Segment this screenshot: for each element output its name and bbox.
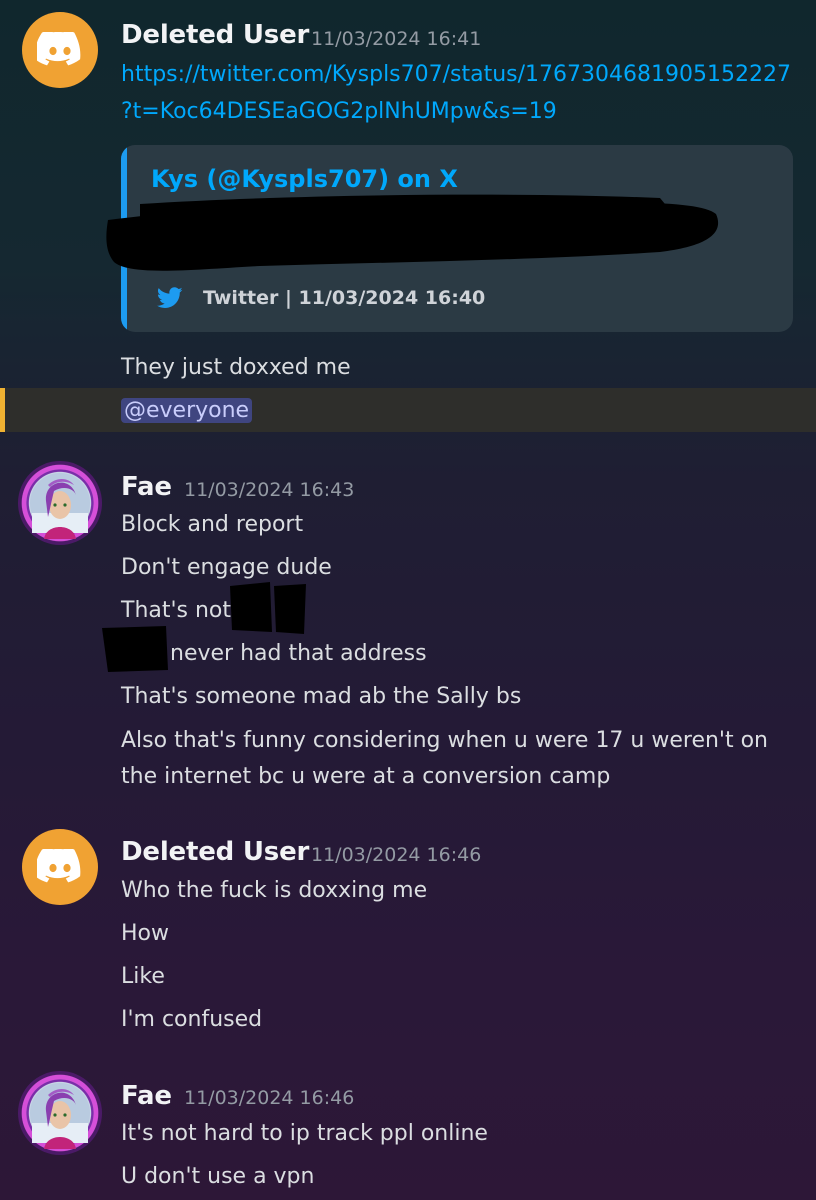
embed-title[interactable]: Kys (@Kyspls707) on X bbox=[151, 165, 458, 193]
discord-avatar-icon[interactable] bbox=[22, 12, 98, 88]
message-text: They just doxxed me bbox=[121, 355, 351, 380]
message-text: U don't use a vpn bbox=[121, 1164, 315, 1189]
twitter-bird-icon bbox=[157, 287, 183, 308]
message-text: Don't engage dude bbox=[121, 555, 332, 580]
character-portrait-icon bbox=[30, 473, 90, 539]
message-text: It's not hard to ip track ppl online bbox=[121, 1121, 488, 1146]
message-text: Like bbox=[121, 964, 165, 989]
fae-avatar[interactable] bbox=[18, 1071, 102, 1155]
timestamp: 11/03/2024 16:46 bbox=[311, 844, 482, 866]
timestamp: 11/03/2024 16:41 bbox=[311, 28, 482, 50]
message-text: How bbox=[121, 921, 169, 946]
discord-avatar-icon[interactable] bbox=[22, 829, 98, 905]
message-text: Also that's funny considering when u wer… bbox=[121, 728, 769, 753]
tweet-link[interactable]: https://twitter.com/Kyspls707/status/176… bbox=[121, 62, 791, 87]
redaction-block bbox=[102, 626, 168, 672]
redaction-block bbox=[230, 582, 306, 634]
message-text: Who the fuck is doxxing me bbox=[121, 878, 428, 903]
author-name[interactable]: Deleted User bbox=[121, 837, 309, 867]
message-text: That's someone mad ab the Sally bs bbox=[121, 684, 522, 709]
fae-avatar[interactable] bbox=[18, 461, 102, 545]
redaction-scribble bbox=[106, 194, 719, 271]
embed-footer-text: Twitter | 11/03/2024 16:40 bbox=[203, 287, 486, 309]
message-text: never had that address bbox=[170, 641, 427, 666]
message-text: That's not bbox=[121, 598, 232, 623]
message-text: Block and report bbox=[121, 512, 304, 537]
author-name[interactable]: Fae bbox=[121, 472, 172, 502]
message-text: the internet bc u were at a conversion c… bbox=[121, 764, 611, 789]
message-text: I'm confused bbox=[121, 1007, 263, 1032]
author-name[interactable]: Fae bbox=[121, 1081, 172, 1111]
character-portrait-icon bbox=[30, 1083, 90, 1149]
timestamp: 11/03/2024 16:46 bbox=[184, 1087, 355, 1109]
tweet-link-continued[interactable]: ?t=Koc64DESEaGOG2plNhUMpw&s=19 bbox=[121, 99, 557, 124]
everyone-mention-line: @everyone bbox=[121, 398, 253, 423]
everyone-mention[interactable]: @everyone bbox=[121, 398, 253, 423]
embed-footer: Twitter | 11/03/2024 16:40 bbox=[157, 287, 485, 309]
author-name[interactable]: Deleted User bbox=[121, 20, 309, 50]
timestamp: 11/03/2024 16:43 bbox=[184, 479, 355, 501]
